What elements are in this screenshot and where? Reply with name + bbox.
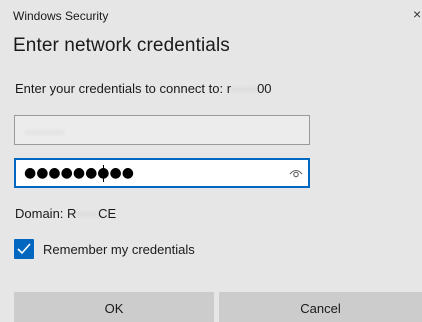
cancel-button[interactable]: Cancel [219, 292, 422, 322]
prompt-text: Enter your credentials to connect to: [15, 81, 224, 96]
username-field[interactable]: ········· [14, 115, 310, 145]
window-title: Windows Security [13, 9, 109, 23]
ok-button[interactable]: OK [14, 292, 214, 322]
checkmark-icon [17, 243, 31, 255]
host-name-end: 00 [257, 81, 272, 96]
domain-suffix: CE [98, 206, 117, 221]
username-value: ········· [25, 124, 64, 139]
credentials-dialog: Windows Security × Enter network credent… [0, 0, 422, 322]
close-icon[interactable]: × [413, 6, 421, 22]
dialog-heading: Enter network credentials [13, 35, 230, 56]
domain-prefix: Domain: R [15, 206, 77, 221]
title-bar: Windows Security × [0, 0, 422, 30]
connect-prompt: Enter your credentials to connect to: r·… [15, 81, 272, 96]
eye-icon[interactable] [289, 167, 303, 179]
remember-credentials-row[interactable]: Remember my credentials [14, 238, 195, 260]
password-value: ●●●●●●●●● [24, 165, 134, 181]
domain-label: Domain: R·····CE [15, 206, 116, 221]
domain-obscured: ····· [76, 206, 99, 221]
text-caret [103, 165, 104, 182]
host-name-obscured: ······ [231, 81, 258, 96]
remember-label: Remember my credentials [43, 241, 195, 257]
password-field[interactable]: ●●●●●●●●● [14, 158, 310, 188]
remember-checkbox[interactable] [14, 239, 34, 259]
